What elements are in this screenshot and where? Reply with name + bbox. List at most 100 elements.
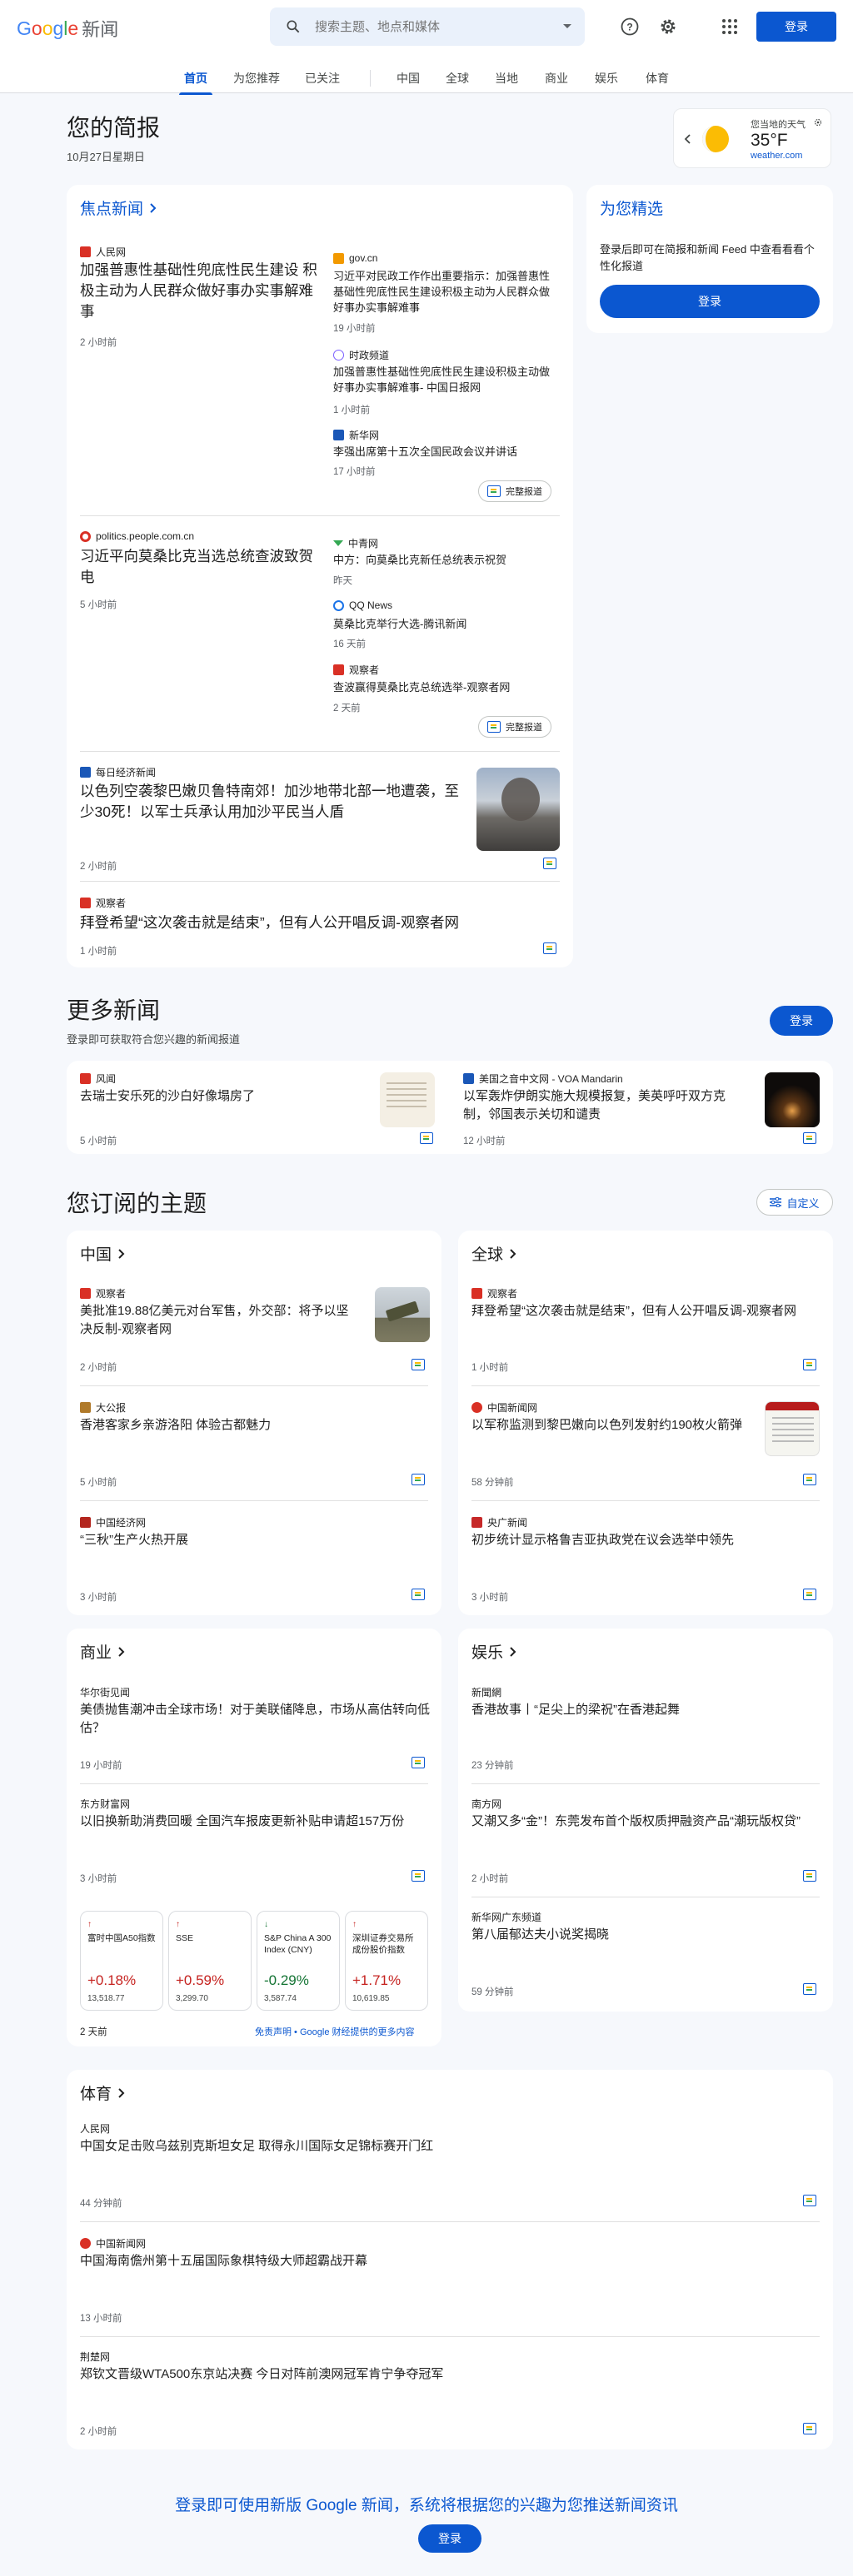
story-headline[interactable]: 查波赢得莫桑比克总统选举-观察者网	[333, 679, 560, 695]
customize-button[interactable]: 自定义	[756, 1189, 833, 1216]
chevron-down-icon[interactable]	[563, 24, 571, 28]
apps-grid-icon[interactable]	[720, 17, 740, 37]
search-input[interactable]	[315, 19, 548, 34]
tab-for-you[interactable]: 为您推荐	[233, 70, 280, 87]
story-thumbnail[interactable]	[765, 1401, 820, 1456]
story-headline[interactable]: 中方：向莫桑比克新任总统表示祝贺	[333, 552, 560, 568]
business-topic-heading[interactable]: 商业	[80, 1640, 125, 1663]
entertainment-topic-heading[interactable]: 娱乐	[471, 1640, 516, 1663]
story-time: 2 小时前	[471, 1874, 509, 1884]
story-headline[interactable]: 中国海南儋州第十五届国际象棋特级大师超霸战开幕	[80, 2252, 796, 2270]
story-thumbnail[interactable]	[476, 768, 560, 851]
weather-settings-icon[interactable]	[814, 118, 822, 127]
china-topic-heading[interactable]: 中国	[80, 1242, 125, 1265]
full-coverage-icon[interactable]	[412, 1474, 425, 1485]
full-coverage-button[interactable]: 完整报道	[478, 716, 551, 738]
stock-change: -0.29%	[264, 1972, 309, 1988]
story-thumbnail[interactable]	[380, 1072, 435, 1127]
full-coverage-icon[interactable]	[803, 1983, 816, 1995]
full-coverage-icon[interactable]	[412, 1359, 425, 1370]
full-coverage-icon[interactable]	[803, 1132, 816, 1144]
story-time: 17 小时前	[333, 467, 376, 477]
source-name: 央广新闻	[487, 1517, 528, 1529]
full-coverage-icon[interactable]	[803, 1589, 816, 1600]
full-coverage-icon[interactable]	[543, 942, 556, 954]
tab-china[interactable]: 中国	[397, 70, 420, 87]
story-headline[interactable]: 以军轰炸伊朗实施大规模报复，美英呼吁双方克制，邻国表示关切和谴责	[463, 1087, 746, 1124]
picks-sign-in-button[interactable]: 登录	[600, 285, 820, 318]
weather-source-link[interactable]: weather.com	[751, 151, 802, 161]
full-coverage-icon[interactable]	[412, 1757, 425, 1768]
story-headline[interactable]: 香港客家乡亲游洛阳 体验古都魅力	[80, 1416, 413, 1435]
more-news-sign-in-button[interactable]: 登录	[770, 1006, 833, 1036]
story-headline[interactable]: 中国女足击败乌兹别克斯坦女足 取得永川国际女足锦标赛开门红	[80, 2137, 796, 2156]
story-headline[interactable]: 习近平对民政工作作出重要指示：加强普惠性基础性兜底性民生建设积极主动为人民群众做…	[333, 268, 560, 316]
full-coverage-icon[interactable]	[803, 1359, 816, 1370]
world-topic-heading[interactable]: 全球	[471, 1242, 516, 1265]
story-headline[interactable]: 第八届郁达夫小说奖揭晓	[471, 1926, 821, 1944]
search-icon[interactable]	[285, 18, 302, 35]
full-coverage-icon[interactable]	[420, 1132, 433, 1144]
story-headline[interactable]: 香港故事丨“足尖上的梁祝”在香港起舞	[471, 1701, 821, 1719]
story-thumbnail[interactable]	[375, 1287, 430, 1342]
tab-following[interactable]: 已关注	[305, 70, 340, 87]
footer-sign-in-button[interactable]: 登录	[418, 2524, 481, 2553]
tab-entertainment[interactable]: 娱乐	[595, 70, 618, 87]
stock-card[interactable]: ↑ SSE +0.59% 3,299.70	[168, 1911, 252, 2011]
gear-icon[interactable]	[658, 17, 678, 37]
story-headline[interactable]: 以色列空袭黎巴嫩贝鲁特南郊！加沙地带北部一地遭袭，至少30死！以军士兵承认用加沙…	[80, 781, 463, 823]
divider	[80, 751, 560, 752]
sign-in-button[interactable]: 登录	[756, 12, 836, 42]
search-box[interactable]	[270, 7, 585, 46]
tab-world[interactable]: 全球	[446, 70, 469, 87]
full-coverage-icon[interactable]	[412, 1870, 425, 1882]
story-headline[interactable]: 郑钦文晋级WTA500东京站决赛 今日对阵前澳网冠军肯宁争夺冠军	[80, 2365, 796, 2384]
story-headline[interactable]: 初步统计显示格鲁吉亚执政党在议会选举中领先	[471, 1531, 821, 1549]
full-coverage-button[interactable]: 完整报道	[478, 480, 551, 502]
tab-business[interactable]: 商业	[545, 70, 568, 87]
stock-card[interactable]: ↓ S&P China A 300 Index (CNY) -0.29% 3,587.…	[257, 1911, 340, 2011]
full-coverage-icon[interactable]	[803, 2423, 816, 2434]
story-headline[interactable]: 又潮又多“金”！东莞发布首个版权质押融资产品“潮玩版权贷”	[471, 1813, 821, 1831]
story-headline[interactable]: 以军称监测到黎巴嫩向以色列发射约190枚火箭弹	[471, 1416, 746, 1435]
stock-card[interactable]: ↑ 富时中国A50指数 +0.18% 13,518.77	[80, 1911, 163, 2011]
tab-local[interactable]: 当地	[495, 70, 518, 87]
logo-google: Google	[17, 17, 79, 39]
full-coverage-icon[interactable]	[412, 1589, 425, 1600]
sports-topic-heading[interactable]: 体育	[80, 2081, 125, 2104]
google-news-logo[interactable]: Google 新闻	[17, 15, 118, 42]
source-name: politics.people.com.cn	[96, 530, 195, 542]
tab-home[interactable]: 首页	[179, 70, 212, 95]
story-headline[interactable]: 去瑞士安乐死的沙白好像塌房了	[80, 1087, 355, 1106]
top-stories-heading[interactable]: 焦点新闻	[80, 196, 157, 219]
help-icon[interactable]: ?	[620, 17, 640, 37]
story-time: 59 分钟前	[471, 1987, 514, 1997]
full-coverage-icon[interactable]	[803, 1870, 816, 1882]
story-source: 中国新闻网	[80, 2236, 146, 2250]
stock-name: 富时中国A50指数	[87, 1933, 156, 1943]
story-source: 新聞網	[471, 1685, 501, 1699]
full-coverage-icon[interactable]	[803, 1474, 816, 1485]
story-headline[interactable]: 美批准19.88亿美元对台军售，外交部：将予以坚决反制-观察者网	[80, 1302, 355, 1339]
story-headline[interactable]: 拜登希望“这次袭击就是结束”，但有人公开唱反调-观察者网	[471, 1302, 821, 1320]
story-headline[interactable]: 加强普惠性基础性兜底性民生建设积极主动做好事办实事解难事- 中国日报网	[333, 364, 560, 395]
chevron-left-icon[interactable]	[684, 134, 692, 144]
story-headline[interactable]: 莫桑比克举行大选-腾讯新闻	[333, 616, 560, 632]
story-headline[interactable]: 李强出席第十五次全国民政会议并讲话	[333, 444, 560, 460]
story-thumbnail[interactable]	[765, 1072, 820, 1127]
nbd-icon	[80, 767, 91, 778]
tab-sports[interactable]: 体育	[646, 70, 669, 87]
story-headline[interactable]: 美债抛售潮冲击全球市场！对于美联储降息，市场从高估转向低估？	[80, 1701, 430, 1738]
full-coverage-icon[interactable]	[803, 2195, 816, 2206]
weather-widget[interactable]: 您当地的天气 35°F weather.com	[673, 108, 831, 168]
finance-disclaimer-link[interactable]: 免责声明 • Google 财经提供的更多内容	[255, 2025, 415, 2038]
full-coverage-icon[interactable]	[543, 858, 556, 869]
story-headline[interactable]: 以旧换新助消费回暖 全国汽车报废更新补贴申请超157万份	[80, 1813, 430, 1831]
weather-temperature: 35°F	[751, 131, 788, 150]
story-headline[interactable]: 拜登希望“这次袭击就是结束”，但有人公开唱反调-观察者网	[80, 913, 560, 933]
story-headline[interactable]: 加强普惠性基础性兜底性民生建设 积极主动为人民群众做好事办实事解难事	[80, 260, 322, 322]
story-headline[interactable]: 习近平向莫桑比克当选总统查波致贺电	[80, 546, 322, 588]
story-headline[interactable]: “三秋”生产火热开展	[80, 1531, 413, 1549]
stock-card[interactable]: ↑ 深圳证券交易所成份股价指数 +1.71% 10,619.85	[345, 1911, 428, 2011]
story-source: 美国之音中文网 - VOA Mandarin	[463, 1072, 623, 1086]
